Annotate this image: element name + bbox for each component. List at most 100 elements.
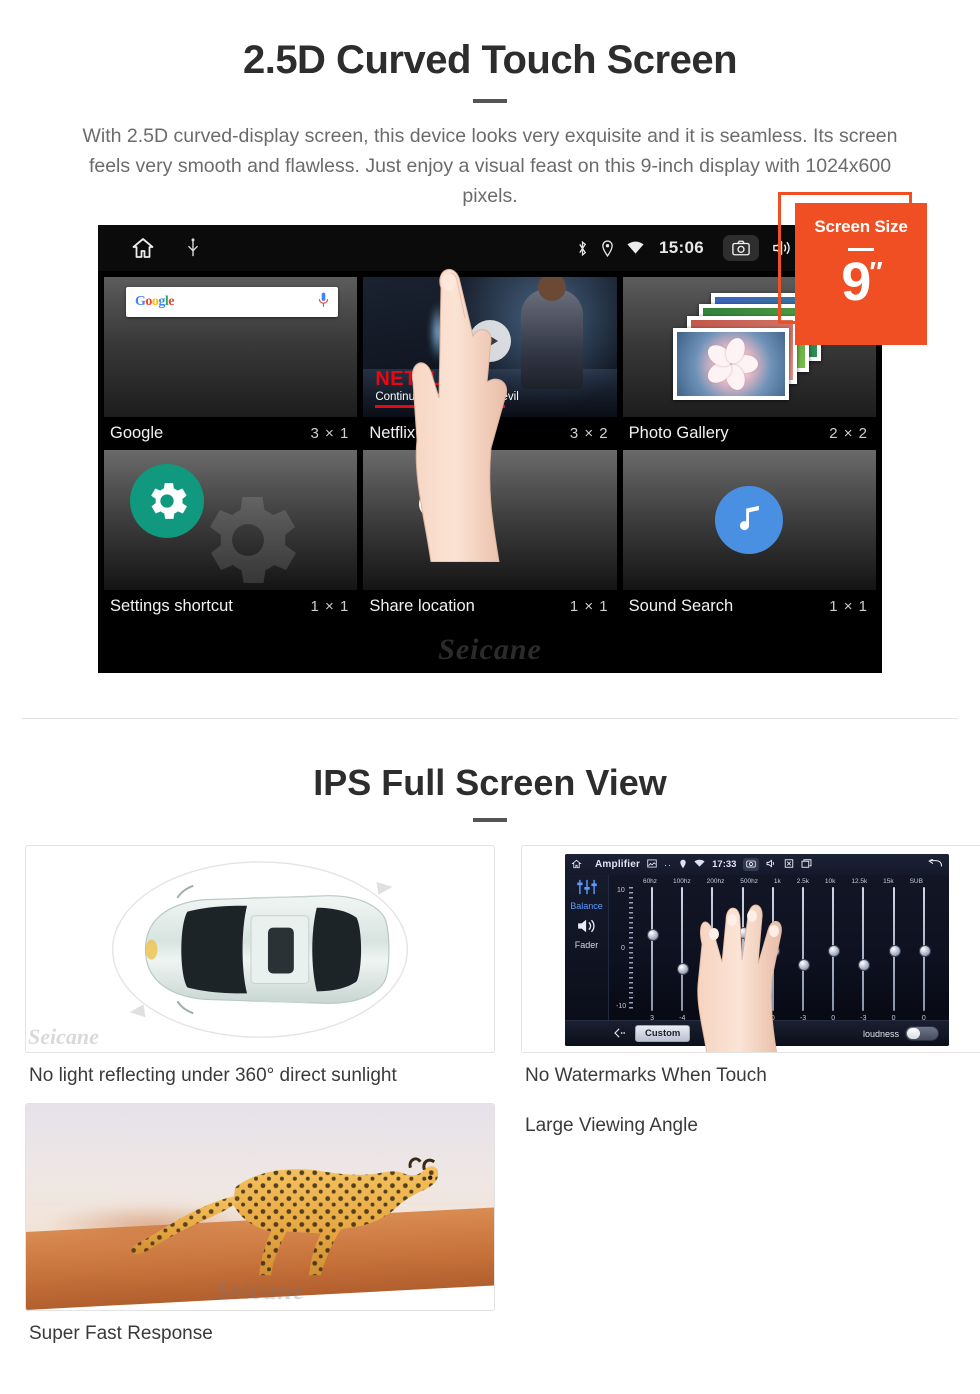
feature-item-cheetah: Seicane Super Fast Response — [25, 1103, 495, 1345]
scale-max: 10 — [617, 887, 625, 894]
widget-size: 3 × 2 — [569, 425, 609, 442]
recent-apps-icon[interactable] — [801, 859, 812, 870]
netflix-widget[interactable]: NETFLIX Continue Marvel's Daredevil — [363, 277, 617, 417]
widget-name: Settings shortcut — [110, 597, 233, 615]
widget-label-row: Share location 1 × 1 — [363, 590, 617, 623]
netflix-subtitle: Continue Marvel's Daredevil — [375, 391, 519, 403]
band-label: 200hz — [706, 878, 725, 885]
band-label: 12.5k — [851, 878, 868, 885]
seicane-watermark: Seicane — [28, 1024, 99, 1049]
eq-slider — [918, 887, 931, 1011]
product-feature-page: 2.5D Curved Touch Screen With 2.5D curve… — [0, 0, 980, 1394]
sidebar-item-balance[interactable]: Balance — [565, 901, 608, 911]
netflix-light-glow — [429, 302, 448, 363]
camera-icon[interactable] — [723, 235, 759, 261]
widget-label-row: Photo Gallery 2 × 2 — [622, 417, 876, 450]
status-bar-clock: 15:06 — [659, 238, 704, 257]
back-chevron-icon[interactable] — [613, 1027, 627, 1040]
sliders-icon[interactable] — [565, 879, 608, 900]
section-ips-title: IPS Full Screen View — [313, 762, 667, 803]
amplifier-title-bar: Amplifier ·· 17:33 — [565, 854, 949, 875]
android-status-bar: 15:06 — [98, 225, 882, 271]
netflix-brand: NETFLIX — [375, 368, 463, 390]
band-label: 1k — [773, 878, 781, 885]
page-title: 2.5D Curved Touch Screen — [242, 38, 738, 82]
badge-title: Screen Size — [814, 217, 908, 236]
badge-value: 9″ — [841, 252, 883, 312]
gear-icon[interactable] — [130, 464, 204, 538]
netflix-character — [520, 277, 583, 389]
loudness-toggle[interactable] — [905, 1026, 939, 1041]
share-location-widget[interactable]: G — [363, 450, 617, 590]
widget-row-2: Settings shortcut 1 × 1 G Share location… — [104, 450, 876, 623]
wifi-icon — [627, 241, 644, 255]
car-diagram — [111, 861, 409, 1038]
amplifier-photo: Amplifier ·· 17:33 Balance Fader 60hz 10… — [522, 846, 980, 1052]
sidebar-item-fader[interactable]: Fader — [565, 940, 608, 950]
feature-caption: Super Fast Response — [29, 1323, 213, 1344]
widget-size: 1 × 1 — [829, 598, 868, 615]
widget-size: 3 × 1 — [310, 425, 350, 442]
google-logo: Google — [135, 294, 174, 309]
location-icon — [679, 859, 687, 871]
widget-share-location[interactable]: G Share location 1 × 1 — [363, 450, 617, 623]
widget-size: 1 × 1 — [569, 598, 609, 615]
band-label: 15k — [883, 878, 894, 885]
feature-caption: No light reflecting under 360° direct su… — [29, 1065, 397, 1086]
play-icon[interactable] — [468, 320, 511, 363]
netflix-progress-bar — [375, 405, 506, 408]
widget-name: Google — [110, 424, 164, 442]
feature-item-viewing-angle: Seicane Large Viewing Angle — [25, 845, 965, 1345]
photo-card-flower — [673, 328, 790, 400]
band-label: SUB — [909, 878, 923, 885]
android-widget-screen: 15:06 Google Google 3 × 1 NETFLIX Contin… — [98, 225, 882, 673]
equalizer-band-labels: 60hz 100hz 200hz 500hz 1k 2.5k 10k 12.5k — [609, 875, 945, 885]
bluetooth-icon — [577, 240, 588, 257]
camera-icon[interactable] — [743, 858, 760, 871]
screen-size-badge: Screen Size 9″ — [795, 203, 927, 345]
microphone-icon[interactable] — [318, 292, 329, 313]
widget-google[interactable]: Google Google 3 × 1 — [104, 277, 358, 450]
loudness-label: loudness — [862, 1028, 899, 1039]
scale-mid: 0 — [621, 945, 625, 952]
feature-caption: Large Viewing Angle — [525, 1115, 698, 1136]
home-icon[interactable] — [571, 859, 582, 871]
scale-min: -10 — [616, 1003, 627, 1010]
speaker-icon[interactable] — [565, 918, 608, 939]
volume-icon[interactable] — [766, 859, 777, 870]
home-icon[interactable] — [130, 236, 156, 260]
usb-icon — [186, 238, 200, 258]
eq-slider — [828, 887, 841, 1011]
running-cheetah-photo: Seicane — [25, 1103, 495, 1311]
settings-shortcut-widget[interactable] — [104, 450, 358, 590]
eq-slider — [888, 887, 901, 1011]
seicane-watermark: Seicane — [214, 1276, 306, 1305]
car-top-view-diagram: Seicane — [25, 845, 495, 1053]
eq-slider — [647, 887, 660, 1011]
amplifier-equalizer-screenshot: Amplifier ·· 17:33 Balance Fader 60hz 10… — [521, 845, 980, 1053]
widget-name: Share location — [369, 597, 475, 615]
wifi-icon — [694, 859, 705, 870]
widget-row-1: Google Google 3 × 1 NETFLIX Continue Mar… — [104, 277, 876, 450]
widget-sound-search[interactable]: Sound Search 1 × 1 — [622, 450, 876, 623]
google-maps-icon[interactable]: G — [419, 457, 484, 520]
close-icon[interactable] — [784, 859, 794, 870]
google-search-widget[interactable]: Google — [104, 277, 358, 417]
amplifier-title: Amplifier — [595, 859, 641, 870]
gallery-icon[interactable] — [647, 859, 657, 870]
widget-size: 1 × 1 — [310, 598, 350, 615]
more-icon[interactable]: ·· — [664, 860, 672, 870]
feature-grid: No light reflecting under 360° direct su… — [25, 845, 980, 1361]
status-bar-clock: 17:33 — [712, 859, 737, 870]
google-search-bar[interactable]: Google — [126, 287, 338, 317]
location-icon — [601, 239, 614, 257]
band-label: 100hz — [672, 878, 691, 885]
back-chevron-icon[interactable] — [928, 858, 943, 871]
widget-name: Sound Search — [628, 597, 734, 615]
widget-settings-shortcut[interactable]: Settings shortcut 1 × 1 — [104, 450, 358, 623]
music-note-icon[interactable] — [715, 486, 784, 554]
widget-netflix[interactable]: NETFLIX Continue Marvel's Daredevil Netf… — [363, 277, 617, 450]
widget-name: Photo Gallery — [628, 424, 729, 442]
widget-picker-grid: Google Google 3 × 1 NETFLIX Continue Mar… — [98, 271, 882, 623]
sound-search-widget[interactable] — [622, 450, 876, 590]
